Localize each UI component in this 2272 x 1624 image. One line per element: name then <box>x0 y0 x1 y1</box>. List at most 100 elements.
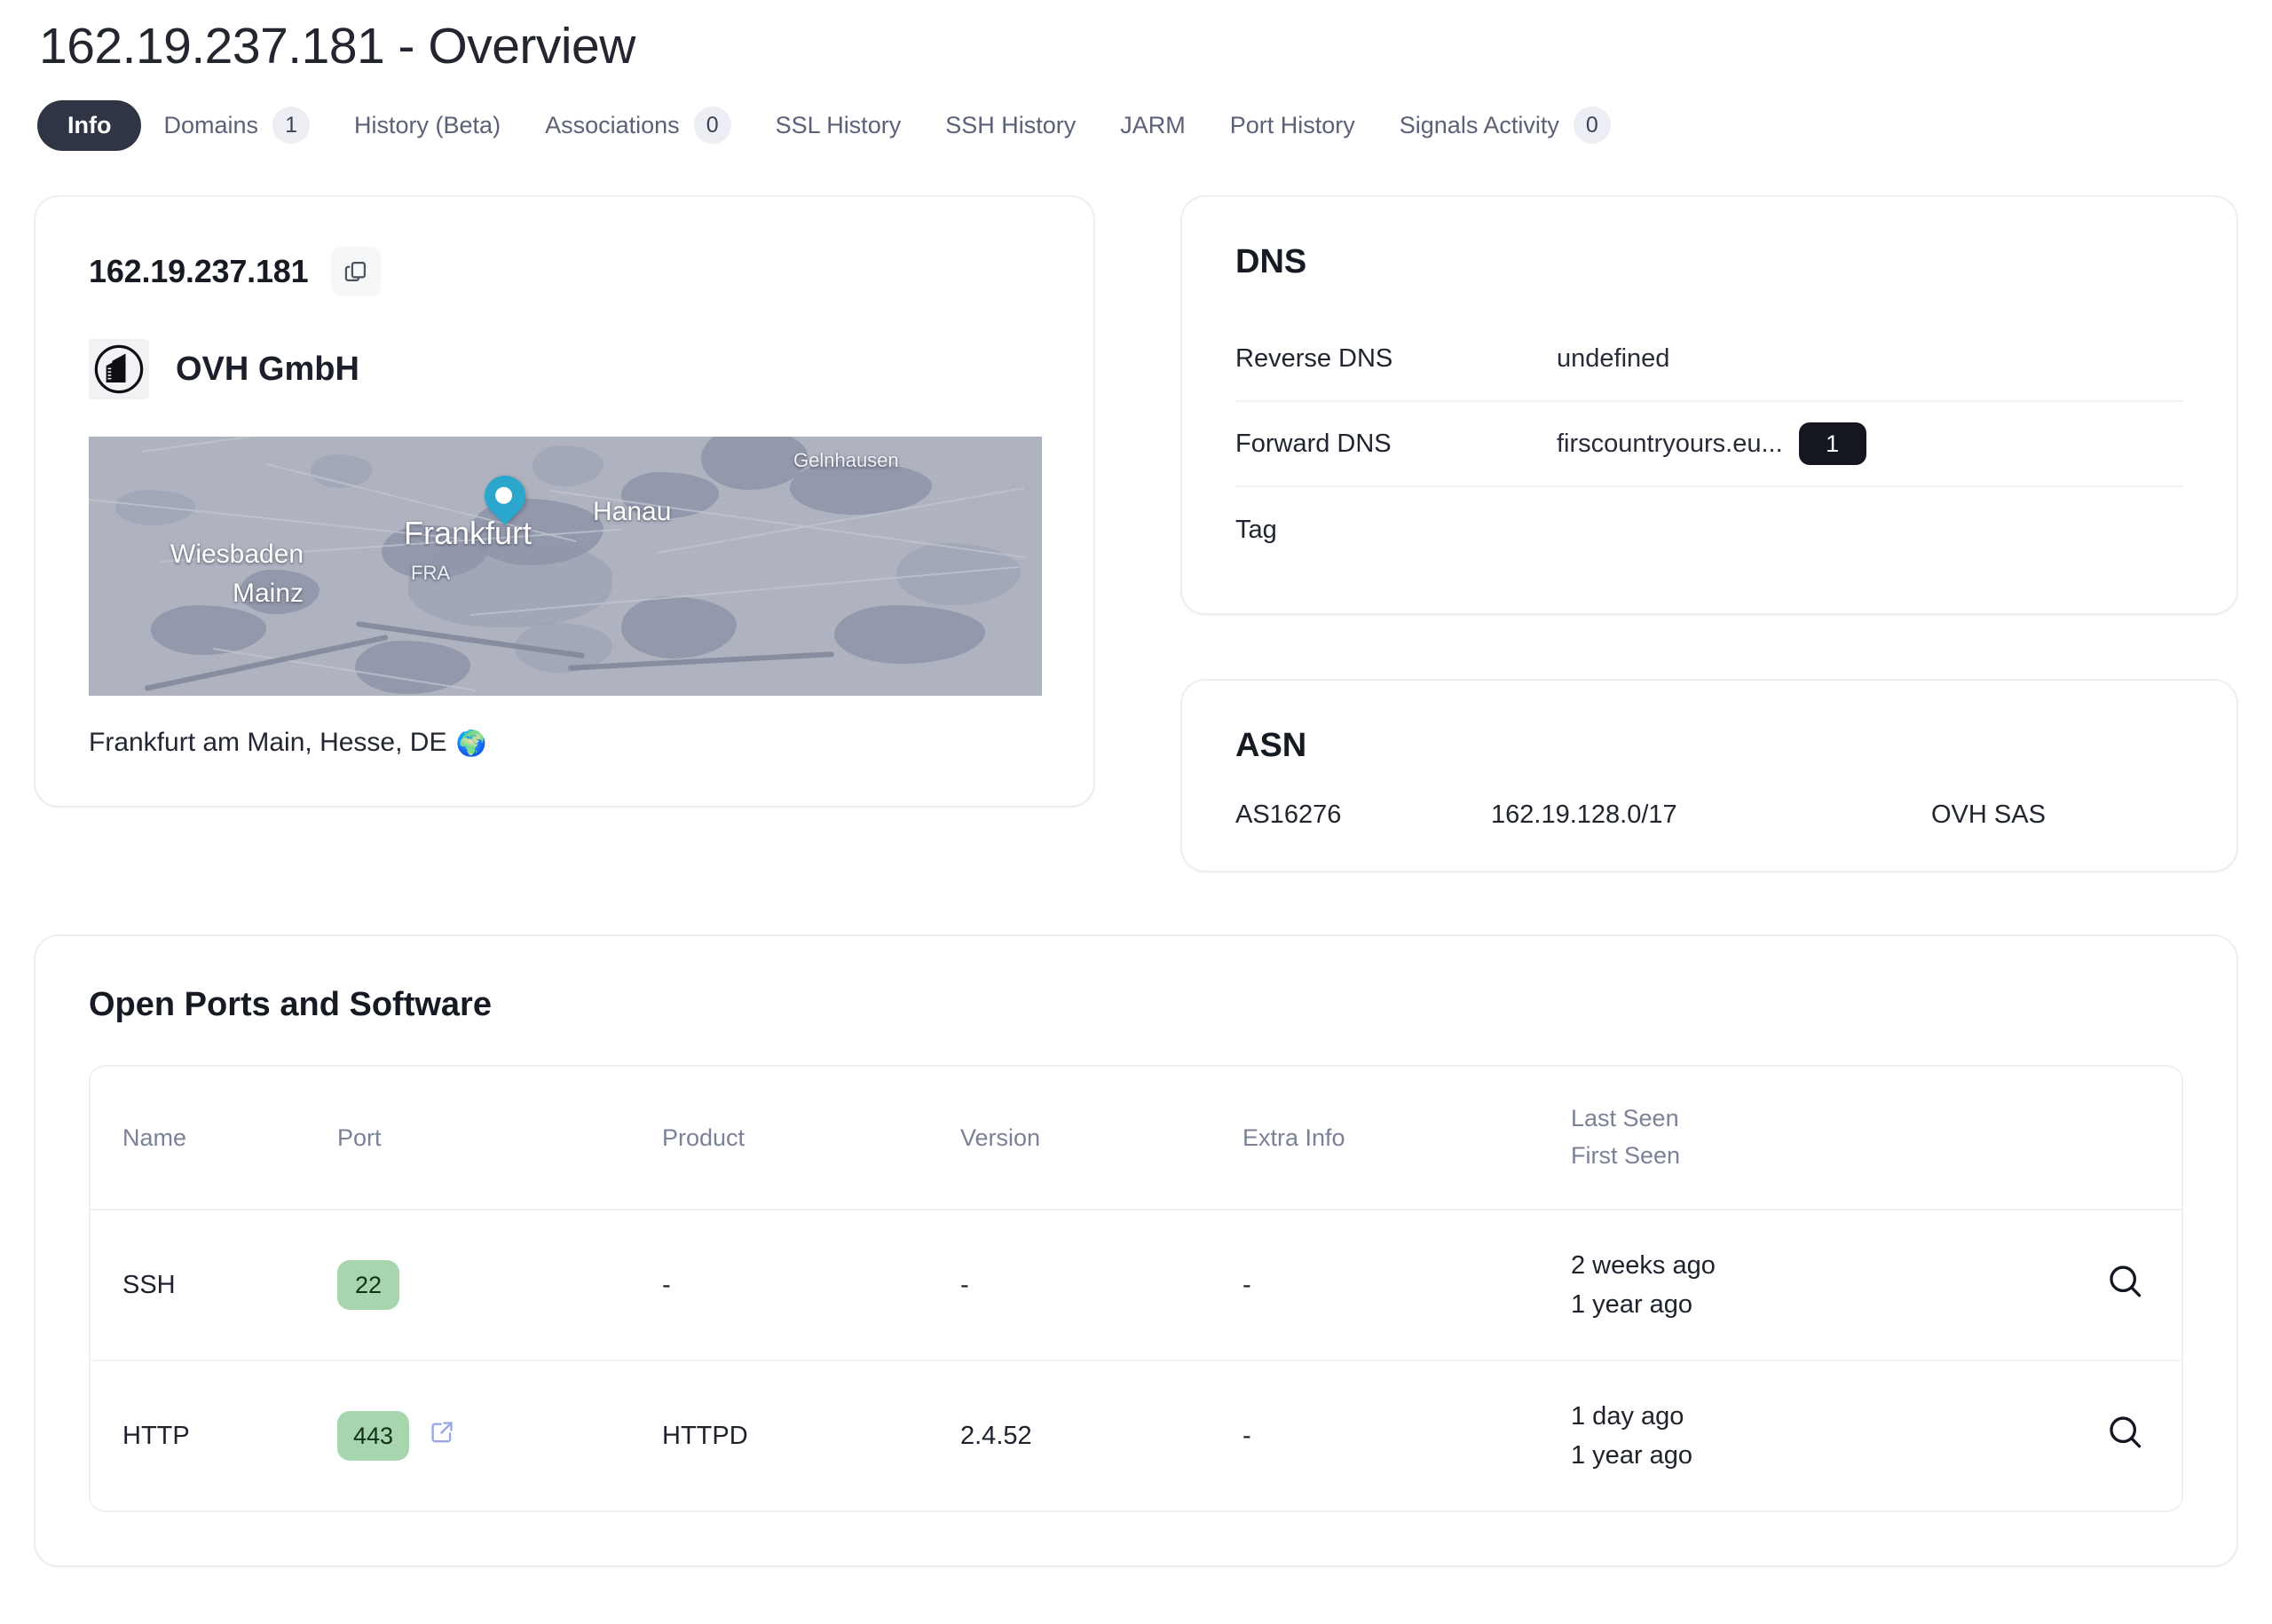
overview-row: 162.19.237.181 OVH GmbH Frankfurt Hanau … <box>34 195 2238 873</box>
cell-version: - <box>960 1210 1242 1362</box>
tab-domains[interactable]: Domains 1 <box>141 95 332 155</box>
organization-name: OVH GmbH <box>176 350 359 388</box>
open-ports-card: Open Ports and Software Name Port Produc… <box>34 934 2238 1568</box>
table-header-row: Name Port Product Version Extra Info Las… <box>91 1067 2181 1211</box>
external-link-icon[interactable] <box>429 1419 455 1453</box>
search-icon[interactable] <box>2048 1262 2144 1301</box>
building-icon <box>89 339 149 400</box>
ip-info-card: 162.19.237.181 OVH GmbH Frankfurt Hanau … <box>34 195 1095 808</box>
open-ports-table-wrap: Name Port Product Version Extra Info Las… <box>89 1065 2183 1513</box>
geo-location-text: Frankfurt am Main, Hesse, DE <box>89 728 447 758</box>
dns-row-forward: Forward DNS firscountryours.eu... 1 <box>1235 402 2183 488</box>
page-root: 162.19.237.181 - Overview Info Domains 1… <box>0 16 2272 1568</box>
forward-dns-count-badge[interactable]: 1 <box>1798 422 1866 466</box>
port-badge[interactable]: 443 <box>337 1411 410 1462</box>
ip-address: 162.19.237.181 <box>89 253 309 290</box>
cell-seen: 2 weeks ago 1 year ago <box>1571 1210 2048 1362</box>
tab-badge: 0 <box>1573 106 1611 145</box>
open-ports-title: Open Ports and Software <box>89 986 492 1024</box>
cell-version: 2.4.52 <box>960 1421 1032 1450</box>
dns-row-key: Reverse DNS <box>1235 343 1393 373</box>
cell-product: - <box>662 1210 960 1362</box>
asn-card-title: ASN <box>1235 727 1307 765</box>
map-label-frankfurt: Frankfurt <box>404 515 532 552</box>
cell-action <box>2048 1210 2181 1362</box>
copy-icon[interactable] <box>331 247 382 297</box>
dns-asn-column: DNS Reverse DNS undefined Forward DNS fi… <box>1180 195 2238 873</box>
tab-label: Associations <box>545 111 680 138</box>
dns-row-tag: Tag <box>1235 487 2183 572</box>
geo-location: Frankfurt am Main, Hesse, DE 🌍 <box>89 728 1040 758</box>
column-header-version: Version <box>960 1067 1242 1211</box>
asn-organization: OVH SAS <box>1931 800 2046 830</box>
map-label-mainz: Mainz <box>233 579 304 609</box>
dns-row-value: undefined <box>1557 344 1669 374</box>
asn-card: ASN AS16276 162.19.128.0/17 OVH SAS <box>1180 679 2238 873</box>
dns-row-key: Tag <box>1235 515 1277 544</box>
search-icon[interactable] <box>2048 1413 2144 1452</box>
tab-label: History (Beta) <box>354 111 501 138</box>
tab-associations[interactable]: Associations 0 <box>523 95 753 155</box>
column-header-port: Port <box>337 1067 662 1211</box>
column-header-action <box>2048 1067 2181 1211</box>
map-label-hanau: Hanau <box>593 497 672 527</box>
tab-history-beta[interactable]: History (Beta) <box>332 100 523 151</box>
tab-badge: 1 <box>272 106 311 145</box>
table-head: Name Port Product Version Extra Info Las… <box>91 1067 2181 1211</box>
column-header-seen: Last Seen First Seen <box>1571 1067 2048 1211</box>
cell-last-seen: 2 weeks ago <box>1571 1251 1716 1281</box>
tab-jarm[interactable]: JARM <box>1098 100 1208 151</box>
tab-label: Info <box>67 111 112 138</box>
dns-row-value-text[interactable]: firscountryours.eu... <box>1557 430 1783 459</box>
tab-badge: 0 <box>693 106 731 145</box>
column-header-extra-info: Extra Info <box>1242 1067 1571 1211</box>
map-label-gelnhausen: Gelnhausen <box>793 449 899 472</box>
tab-label: SSH History <box>945 111 1077 138</box>
cell-first-seen: 1 year ago <box>1571 1441 1693 1470</box>
table-row: HTTP 443 HTTPD 2.4.52 - 1 day ago 1 year… <box>91 1360 2181 1510</box>
port-badge[interactable]: 22 <box>337 1260 399 1311</box>
tab-bar: Info Domains 1 History (Beta) Associatio… <box>37 98 2238 153</box>
port-cell: 443 <box>337 1411 662 1462</box>
asn-number[interactable]: AS16276 <box>1235 800 1491 830</box>
globe-icon: 🌍 <box>455 729 487 757</box>
dns-card: DNS Reverse DNS undefined Forward DNS fi… <box>1180 195 2238 616</box>
info-column: 162.19.237.181 OVH GmbH Frankfurt Hanau … <box>34 195 1095 808</box>
tab-ssl-history[interactable]: SSL History <box>753 100 924 151</box>
table-body: SSH 22 - - - 2 weeks ago 1 year ago HTTP… <box>91 1210 2181 1510</box>
tab-label: SSL History <box>775 111 902 138</box>
tab-port-history[interactable]: Port History <box>1208 100 1377 151</box>
tab-label: Domains <box>163 111 259 138</box>
dns-card-title: DNS <box>1235 243 1307 281</box>
cell-first-seen: 1 year ago <box>1571 1290 1693 1320</box>
dns-row-value-text: undefined <box>1557 343 1670 373</box>
tab-label: Port History <box>1229 111 1355 138</box>
cell-last-seen: 1 day ago <box>1571 1402 1684 1431</box>
column-header-last-seen: Last Seen <box>1571 1105 1679 1132</box>
cell-extra-info: - <box>1242 1210 1571 1362</box>
cell-action <box>2048 1360 2181 1510</box>
column-header-product: Product <box>662 1067 960 1211</box>
tab-info[interactable]: Info <box>37 99 142 151</box>
map-label-fra: FRA <box>411 562 450 585</box>
tab-label: JARM <box>1120 111 1186 138</box>
open-ports-table: Name Port Product Version Extra Info Las… <box>91 1067 2181 1510</box>
location-map[interactable]: Frankfurt Hanau Wiesbaden Mainz Gelnhaus… <box>89 437 1042 697</box>
cell-name: HTTP <box>122 1421 190 1450</box>
column-header-first-seen: First Seen <box>1571 1142 1681 1170</box>
tab-signals-activity[interactable]: Signals Activity 0 <box>1377 95 1633 155</box>
cell-extra-info: - <box>1242 1421 1251 1450</box>
organization-line: OVH GmbH <box>89 339 1040 400</box>
cell-name: SSH <box>91 1210 337 1362</box>
asn-row: AS16276 162.19.128.0/17 OVH SAS <box>1235 800 2183 830</box>
cell-product: HTTPD <box>662 1421 748 1450</box>
asn-prefix[interactable]: 162.19.128.0/17 <box>1491 800 1931 830</box>
ip-line: 162.19.237.181 <box>89 247 1040 297</box>
page-title: 162.19.237.181 - Overview <box>39 18 635 75</box>
map-label-wiesbaden: Wiesbaden <box>170 540 304 570</box>
cell-port: 443 <box>337 1360 662 1510</box>
tab-ssh-history[interactable]: SSH History <box>923 100 1098 151</box>
dns-row-value: firscountryours.eu... 1 <box>1557 422 1866 466</box>
port-cell: 22 <box>337 1260 662 1311</box>
cell-seen: 1 day ago 1 year ago <box>1571 1360 2048 1510</box>
